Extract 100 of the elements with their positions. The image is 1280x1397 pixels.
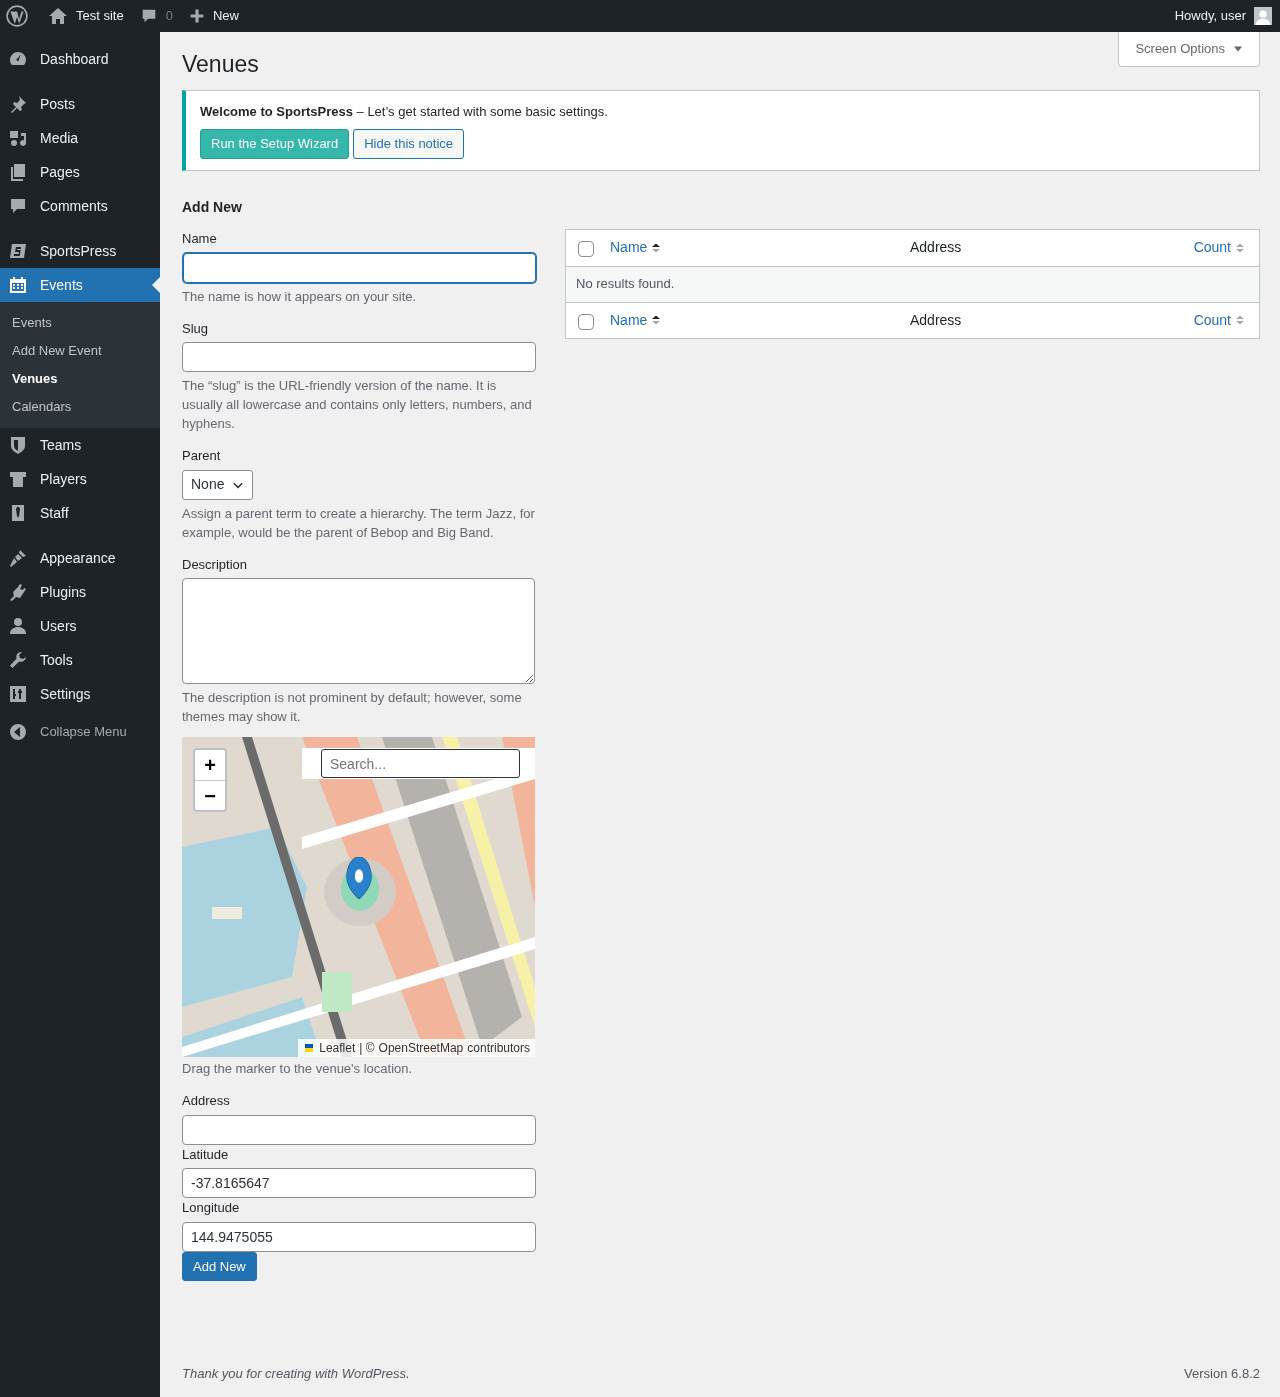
submenu-item[interactable]: Add New Event: [0, 337, 160, 365]
description-field[interactable]: [182, 578, 535, 685]
media-icon: [8, 128, 28, 148]
menu-item[interactable]: Posts: [0, 87, 160, 121]
user-icon: [8, 616, 28, 636]
flag-icon: [303, 1044, 316, 1053]
menu-label: Events: [40, 275, 83, 295]
site-link[interactable]: Test site: [76, 6, 124, 26]
submenu-item[interactable]: Calendars: [0, 393, 160, 421]
menu-label: Settings: [40, 684, 91, 704]
column-sort-link[interactable]: Name: [610, 309, 648, 331]
column-header: Address: [910, 238, 962, 258]
search-field[interactable]: Search...: [321, 749, 520, 779]
field-label: Longitude: [182, 1199, 241, 1218]
column-header: Address: [910, 310, 962, 330]
menu-label: Staff: [40, 503, 69, 523]
leaflet-link[interactable]: Leaflet: [319, 1039, 356, 1058]
s-logo-icon: [8, 241, 28, 261]
footer-text: Thank you for creating with WordPress.: [182, 1364, 410, 1383]
shirt-icon: [8, 469, 28, 489]
wordpress-link[interactable]: WordPress: [341, 1365, 406, 1381]
menu-label: Tools: [40, 650, 73, 670]
menu-item[interactable]: Appearance: [0, 541, 160, 575]
select-all-checkbox[interactable]: [578, 241, 594, 258]
field-label: Description: [182, 555, 249, 574]
menu-item[interactable]: Pages: [0, 155, 160, 189]
menu-label: Users: [40, 616, 77, 636]
parent-dropdown[interactable]: None: [182, 469, 254, 500]
field-description: The name is how it appears on your site.: [182, 287, 418, 306]
menu-item[interactable]: Plugins: [0, 575, 160, 609]
submenu-item[interactable]: Venues: [0, 365, 160, 393]
form-heading: Add New: [182, 198, 243, 216]
avatar-icon: [1254, 7, 1272, 25]
field-label: Latitude: [182, 1145, 230, 1164]
home-icon: [48, 6, 68, 26]
menu-label: Appearance: [40, 548, 116, 568]
comment-count[interactable]: 0: [165, 6, 173, 26]
menu-item[interactable]: Teams: [0, 428, 160, 462]
menu-label: Media: [40, 128, 79, 148]
menu-item[interactable]: Events: [0, 268, 160, 302]
menu-label: Players: [40, 469, 87, 489]
zoom-in-button[interactable]: +: [195, 750, 225, 781]
input-field[interactable]: [183, 252, 536, 283]
attribution-separator: | ©: [359, 1040, 375, 1058]
field-description: Drag the marker to the venue's location.: [182, 1060, 414, 1079]
menu-item[interactable]: SportsPress: [0, 234, 160, 268]
menu-item[interactable]: Tools: [0, 643, 160, 677]
wordpress-logo-icon: [6, 5, 28, 27]
map-marker-icon: [346, 857, 372, 900]
attribution-suffix: contributors: [467, 1040, 530, 1058]
column-sort-link[interactable]: Name: [610, 237, 648, 259]
field-label: Slug: [182, 319, 210, 338]
menu-label: Dashboard: [40, 49, 109, 69]
version-text: Version 6.8.2: [1184, 1364, 1260, 1383]
page-title: Venues: [182, 51, 259, 79]
menu-item[interactable]: Settings: [0, 677, 160, 711]
menu-item[interactable]: Players: [0, 462, 160, 496]
notice-text: Welcome to SportsPress – Let’s get started with some basic settings.: [200, 102, 609, 121]
select-all-checkbox[interactable]: [578, 313, 594, 330]
menu-label: Comments: [40, 196, 108, 216]
sliders-icon: [8, 684, 28, 704]
field-label: Name: [182, 230, 218, 249]
menu-item[interactable]: Users: [0, 609, 160, 643]
input-field[interactable]: 144.9475055: [182, 1221, 536, 1252]
plus-icon: [188, 8, 205, 24]
greeting-link[interactable]: Howdy, user: [1174, 6, 1246, 26]
shield-icon: [8, 435, 28, 455]
new-link[interactable]: New: [212, 6, 239, 26]
submenu-item[interactable]: Events: [0, 309, 160, 337]
menu-label: Teams: [40, 435, 82, 455]
column-sort-link[interactable]: Count: [1193, 309, 1231, 331]
comment-icon: [8, 196, 28, 216]
wrench-icon: [8, 650, 28, 670]
input-field[interactable]: [182, 1114, 536, 1145]
input-field[interactable]: -37.8165647: [182, 1168, 536, 1199]
field-label: Parent: [182, 447, 222, 466]
zoom-out-button[interactable]: −: [195, 780, 225, 811]
pages-icon: [8, 162, 28, 182]
menu-label: Plugins: [40, 582, 86, 602]
column-sort-link[interactable]: Count: [1193, 237, 1231, 259]
menu-label: Pages: [40, 162, 80, 182]
menu-item[interactable]: Media: [0, 121, 160, 155]
field-description: The description is not prominent by default; however, some themes may show it.: [182, 689, 523, 727]
menu-label: SportsPress: [40, 241, 117, 261]
plug-icon: [8, 582, 28, 602]
menu-label: Posts: [40, 94, 75, 114]
add-new-button[interactable]: Add New: [182, 1251, 257, 1282]
screen-options-button[interactable]: Screen Options: [1118, 32, 1260, 67]
hide-notice-button[interactable]: Hide this notice: [353, 129, 465, 159]
openstreetmap-link[interactable]: OpenStreetMap: [378, 1039, 464, 1058]
menu-item[interactable]: Comments: [0, 189, 160, 223]
menu-item[interactable]: Staff: [0, 496, 160, 530]
brush-icon: [8, 548, 28, 568]
field-description: Assign a parent term to create a hierarchy. The term Jazz, for example, would be the parent of Bebop and Big Band.: [182, 504, 536, 542]
menu-item[interactable]: Dashboard: [0, 42, 160, 76]
field-label: Address: [182, 1092, 231, 1111]
collapse-menu-button[interactable]: Collapse Menu: [0, 715, 160, 749]
empty-message: No results found.: [576, 275, 675, 294]
input-field[interactable]: [182, 342, 536, 373]
calendar-icon: [8, 275, 28, 295]
